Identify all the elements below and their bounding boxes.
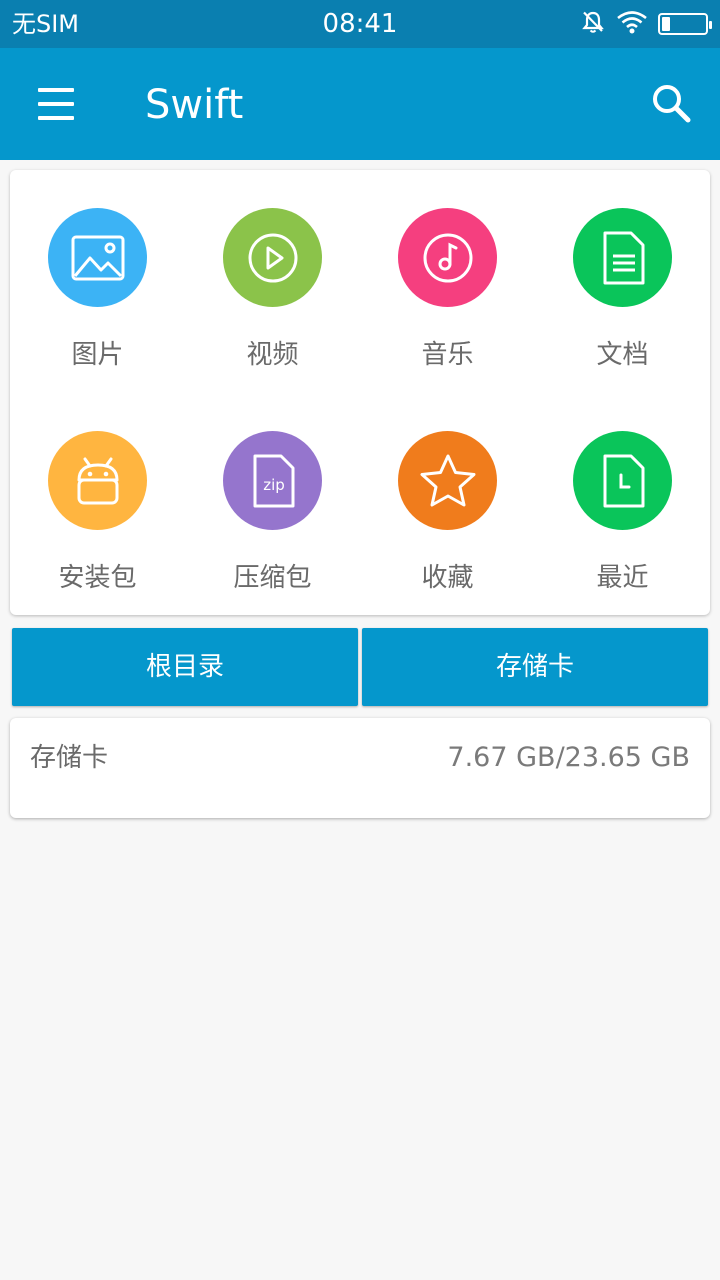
- bell-muted-icon: [580, 9, 606, 39]
- category-label: 音乐: [421, 340, 474, 370]
- android-icon: [48, 431, 147, 530]
- category-label: 视频: [246, 340, 299, 370]
- category-grid: 图片 视频 音乐 文档 安装包 zip 压缩包 收藏 最近: [10, 170, 710, 615]
- category-label: 最近: [596, 563, 649, 593]
- category-label: 文档: [596, 340, 649, 370]
- image-icon: [48, 208, 147, 307]
- star-icon: [398, 431, 497, 530]
- status-icons: [580, 9, 712, 39]
- category-favorites[interactable]: 收藏: [360, 393, 535, 593]
- battery-level: [662, 17, 671, 31]
- category-apks[interactable]: 安装包: [10, 393, 185, 593]
- category-archives[interactable]: zip 压缩包: [185, 393, 360, 593]
- play-icon: [223, 208, 322, 307]
- storage-info-card[interactable]: 存储卡 7.67 GB/23.65 GB: [10, 718, 710, 818]
- battery-icon: [658, 13, 712, 35]
- category-images[interactable]: 图片: [10, 170, 185, 370]
- category-label: 压缩包: [233, 563, 312, 593]
- app-bar: Swift: [0, 48, 720, 160]
- category-music[interactable]: 音乐: [360, 170, 535, 370]
- sd-card-button[interactable]: 存储卡: [362, 628, 708, 706]
- category-videos[interactable]: 视频: [185, 170, 360, 370]
- storage-label: 存储卡: [30, 743, 109, 773]
- app-title: Swift: [145, 82, 244, 128]
- category-label: 收藏: [421, 563, 474, 593]
- category-recent[interactable]: 最近: [535, 393, 710, 593]
- status-bar: 无SIM 08:41: [0, 0, 720, 48]
- storage-usage: 7.67 GB/23.65 GB: [447, 742, 690, 773]
- recent-file-icon: [573, 431, 672, 530]
- zip-file-icon: zip: [223, 431, 322, 530]
- music-note-icon: [398, 208, 497, 307]
- document-icon: [573, 208, 672, 307]
- root-directory-button[interactable]: 根目录: [12, 628, 358, 706]
- zip-icon-text: zip: [263, 476, 285, 494]
- wifi-icon: [616, 9, 648, 39]
- hamburger-menu-icon[interactable]: [28, 78, 84, 130]
- search-icon[interactable]: [646, 78, 698, 130]
- category-documents[interactable]: 文档: [535, 170, 710, 370]
- category-label: 图片: [71, 340, 124, 370]
- category-label: 安装包: [58, 563, 137, 593]
